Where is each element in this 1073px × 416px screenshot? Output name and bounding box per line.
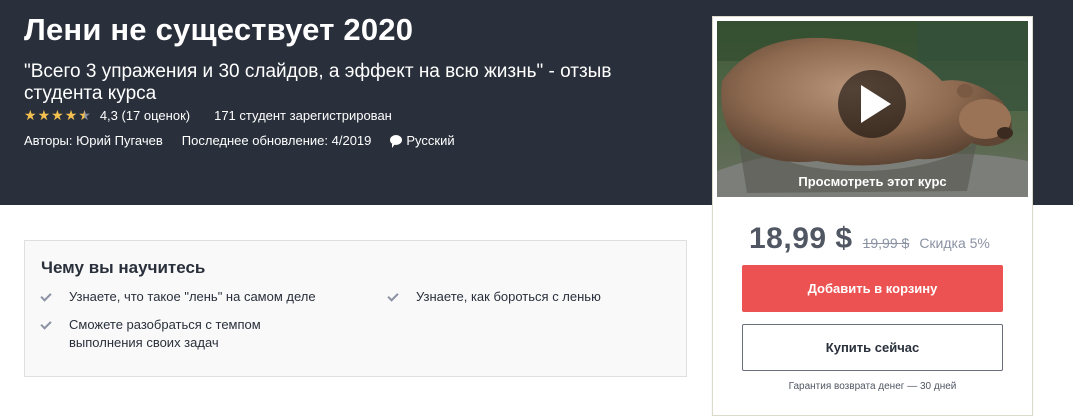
rating-count[interactable]: 4,3 (17 оценок) bbox=[100, 108, 190, 123]
learn-item: Узнаете, как бороться с ленью bbox=[388, 288, 678, 306]
star-icon: ★ bbox=[64, 107, 78, 123]
original-price: 19,99 $ bbox=[862, 235, 910, 251]
purchase-sidebar: Просмотреть этот курс 18,99 $ 19,99 $ Ск… bbox=[712, 16, 1033, 416]
play-icon bbox=[861, 85, 891, 123]
course-meta: Авторы: Юрий Пугачев Последнее обновлени… bbox=[24, 131, 455, 149]
course-title: Лени не существует 2020 bbox=[24, 12, 414, 47]
star-rating: ★ ★ ★ ★ ★ bbox=[24, 108, 92, 122]
course-authors[interactable]: Авторы: Юрий Пугачев bbox=[24, 133, 163, 148]
check-icon bbox=[388, 288, 402, 306]
add-to-cart-button[interactable]: Добавить в корзину bbox=[742, 265, 1003, 312]
preview-caption: Просмотреть этот курс bbox=[798, 174, 947, 189]
learn-item-text: Узнаете, что такое "лень" на самом деле bbox=[69, 289, 316, 304]
discount-label: Скидка 5% bbox=[919, 235, 990, 251]
play-button[interactable] bbox=[838, 70, 906, 138]
star-icon: ★ bbox=[51, 107, 64, 123]
rating-row: ★ ★ ★ ★ ★ 4,3 (17 оценок) 171 студент за… bbox=[24, 106, 392, 124]
current-price: 18,99 $ bbox=[749, 222, 853, 255]
buy-now-button[interactable]: Купить сейчас bbox=[742, 324, 1003, 371]
last-updated: Последнее обновление: 4/2019 bbox=[181, 132, 372, 148]
course-subtitle: "Всего 3 упражения и 30 слайдов, а эффек… bbox=[24, 61, 612, 104]
learn-item-text: Узнаете, как бороться с ленью bbox=[416, 289, 601, 304]
price-row: 18,99 $ 19,99 $ Скидка 5% bbox=[749, 222, 990, 262]
speech-bubble-icon bbox=[390, 135, 403, 148]
learn-title: Чему вы научитесь bbox=[41, 258, 206, 277]
student-count: 171 студент зарегистрирован bbox=[214, 107, 392, 123]
money-back-guarantee: Гарантия возврата денег — 30 дней bbox=[788, 381, 957, 392]
course-preview[interactable]: Просмотреть этот курс bbox=[717, 21, 1028, 197]
learn-item: Узнаете, что такое "лень" на самом деле bbox=[41, 288, 361, 306]
star-icon: ★ bbox=[37, 107, 51, 123]
star-icon: ★ bbox=[24, 107, 37, 123]
check-icon bbox=[41, 316, 55, 334]
what-you-will-learn: Чему вы научитесь Узнаете, что такое "ле… bbox=[24, 240, 687, 377]
check-icon bbox=[41, 288, 55, 306]
course-language: Русский bbox=[406, 132, 455, 148]
learn-item-text: Сможете разобраться с темпом выполнения … bbox=[69, 317, 261, 350]
learn-item: Сможете разобраться с темпом выполнения … bbox=[41, 316, 301, 352]
star-icon: ★ bbox=[78, 107, 91, 123]
